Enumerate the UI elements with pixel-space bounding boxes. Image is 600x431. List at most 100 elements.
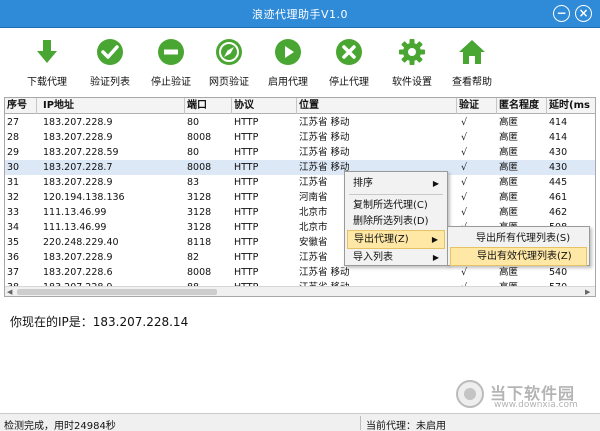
column-header[interactable]: IP地址	[37, 98, 185, 114]
cell-anonymity: 高匿	[499, 132, 519, 143]
cell-ip-address: 183.207.228.9	[43, 177, 113, 188]
toolbar-label: 查看帮助	[452, 77, 492, 88]
table-row[interactable]: 33 111.13.46.99 3128 HTTP 北京市 √ 高匿 462	[5, 205, 595, 220]
cell-ip-address: 183.207.228.6	[43, 267, 113, 278]
play-circle-icon	[275, 39, 301, 65]
cell-location: 江苏省 移动	[299, 147, 350, 158]
toolbar-label: 停止验证	[151, 77, 191, 88]
cell-ip-address: 183.207.228.59	[43, 147, 119, 158]
table-row[interactable]: 27 183.207.228.9 80 HTTP 江苏省 移动 √ 高匿 414	[5, 115, 595, 130]
column-header[interactable]: 协议	[232, 98, 297, 114]
cell-port: 83	[187, 177, 200, 188]
menu-item-delete-selected[interactable]: 删除所选列表(D)	[347, 212, 445, 231]
cell-ip-address: 183.207.228.9	[43, 132, 113, 143]
cell-anonymity: 高匿	[499, 147, 519, 158]
cell-row-index: 35	[7, 237, 20, 248]
cell-verified: √	[461, 162, 468, 173]
scrollbar-thumb[interactable]	[17, 289, 217, 295]
cell-latency: 430	[549, 147, 568, 158]
menu-item-label: 导入列表	[353, 252, 393, 263]
cell-row-index: 31	[7, 177, 20, 188]
minimize-button[interactable]: −	[553, 5, 570, 22]
status-right-text: 当前代理：未启用	[366, 421, 446, 431]
cell-latency: 414	[549, 132, 568, 143]
column-header[interactable]: 验证	[457, 98, 497, 114]
menu-item-export-proxy[interactable]: 导出代理(Z) ▶	[347, 230, 445, 249]
cell-port: 8008	[187, 132, 212, 143]
table-row[interactable]: 37 183.207.228.6 8008 HTTP 江苏省 移动 √ 高匿 540	[5, 265, 595, 280]
verify-list-button[interactable]: 验证列表	[79, 35, 141, 93]
cell-latency: 430	[549, 162, 568, 173]
x-circle-icon	[336, 39, 362, 65]
title-bar: 浪迹代理助手V1.0 − ×	[0, 0, 600, 28]
cell-anonymity: 高匿	[499, 162, 519, 173]
cell-port: 8008	[187, 162, 212, 173]
horizontal-scrollbar[interactable]: ◀ ▶	[5, 286, 595, 296]
toolbar-label: 网页验证	[209, 77, 249, 88]
column-header[interactable]: 匿名程度	[497, 98, 547, 114]
cell-protocol: HTTP	[234, 162, 259, 173]
web-verify-button[interactable]: 网页验证	[198, 35, 260, 93]
cell-ip-address: 183.207.228.9	[43, 117, 113, 128]
cell-latency: 540	[549, 267, 568, 278]
table-row[interactable]: 31 183.207.228.9 83 HTTP 江苏省 √ 高匿 445	[5, 175, 595, 190]
watermark-logo-icon	[456, 380, 484, 408]
menu-item-import-list[interactable]: 导入列表 ▶	[347, 248, 445, 267]
column-header[interactable]: 延时(ms	[547, 98, 595, 114]
table-row[interactable]: 32 120.194.138.136 3128 HTTP 河南省 √ 高匿 461	[5, 190, 595, 205]
submenu-arrow-icon: ▶	[432, 179, 439, 188]
gear-icon	[399, 39, 425, 65]
scroll-left-icon[interactable]: ◀	[7, 287, 12, 296]
stop-proxy-button[interactable]: 停止代理	[318, 35, 380, 93]
cell-protocol: HTTP	[234, 267, 259, 278]
menu-item-export-valid[interactable]: 导出有效代理列表(Z)	[450, 247, 587, 266]
toolbar-label: 停止代理	[329, 77, 369, 88]
cell-row-index: 33	[7, 207, 20, 218]
cell-anonymity: 高匿	[499, 207, 519, 218]
column-header[interactable]: 端口	[185, 98, 232, 114]
stop-verify-button[interactable]: 停止验证	[140, 35, 202, 93]
cell-latency: 461	[549, 192, 568, 203]
cell-anonymity: 高匿	[499, 267, 519, 278]
cell-port: 82	[187, 252, 200, 263]
column-header[interactable]: 序号	[5, 98, 37, 114]
menu-separator	[349, 194, 443, 195]
cell-ip-address: 220.248.229.40	[43, 237, 119, 248]
watermark-url: www.downxia.com	[494, 400, 578, 410]
table-row[interactable]: 30 183.207.228.7 8008 HTTP 江苏省 移动 √ 高匿 430	[5, 160, 595, 175]
cell-ip-address: 111.13.46.99	[43, 222, 107, 233]
cell-port: 3128	[187, 207, 212, 218]
proxy-table[interactable]: 序号 IP地址 端口 协议 位置 验证 匿名程度 延时(ms 27 183.207…	[4, 97, 596, 297]
table-row[interactable]: 28 183.207.228.9 8008 HTTP 江苏省 移动 √ 高匿 414	[5, 130, 595, 145]
close-button[interactable]: ×	[575, 5, 592, 22]
submenu-arrow-icon: ▶	[431, 235, 438, 244]
toolbar-label: 验证列表	[90, 77, 130, 88]
cell-verified: √	[461, 267, 468, 278]
status-bar: 检测完成，用时24984秒 当前代理：未启用	[0, 413, 600, 431]
view-help-button[interactable]: 查看帮助	[441, 35, 503, 93]
status-left-text: 检测完成，用时24984秒	[4, 421, 116, 431]
menu-item-sort[interactable]: 排序 ▶	[347, 174, 445, 193]
download-icon	[37, 40, 57, 63]
scroll-right-icon[interactable]: ▶	[585, 287, 590, 296]
cell-latency: 445	[549, 177, 568, 188]
column-header[interactable]: 位置	[297, 98, 457, 114]
table-row[interactable]: 29 183.207.228.59 80 HTTP 江苏省 移动 √ 高匿 430	[5, 145, 595, 160]
cell-verified: √	[461, 117, 468, 128]
cell-latency: 414	[549, 117, 568, 128]
cell-row-index: 29	[7, 147, 20, 158]
cell-row-index: 32	[7, 192, 20, 203]
cell-port: 80	[187, 117, 200, 128]
cell-port: 8118	[187, 237, 212, 248]
cell-anonymity: 高匿	[499, 117, 519, 128]
cell-protocol: HTTP	[234, 132, 259, 143]
cell-protocol: HTTP	[234, 207, 259, 218]
toolbar-label: 软件设置	[392, 77, 432, 88]
cell-protocol: HTTP	[234, 252, 259, 263]
context-menu: 排序 ▶ 复制所选代理(C) 删除所选列表(D) 导出代理(Z) ▶ 导入列表 …	[344, 171, 448, 266]
download-proxy-button[interactable]: 下载代理	[16, 35, 78, 93]
menu-item-export-all[interactable]: 导出所有代理列表(S)	[450, 229, 587, 248]
software-settings-button[interactable]: 软件设置	[381, 35, 443, 93]
submenu-arrow-icon: ▶	[432, 253, 439, 262]
enable-proxy-button[interactable]: 启用代理	[257, 35, 319, 93]
